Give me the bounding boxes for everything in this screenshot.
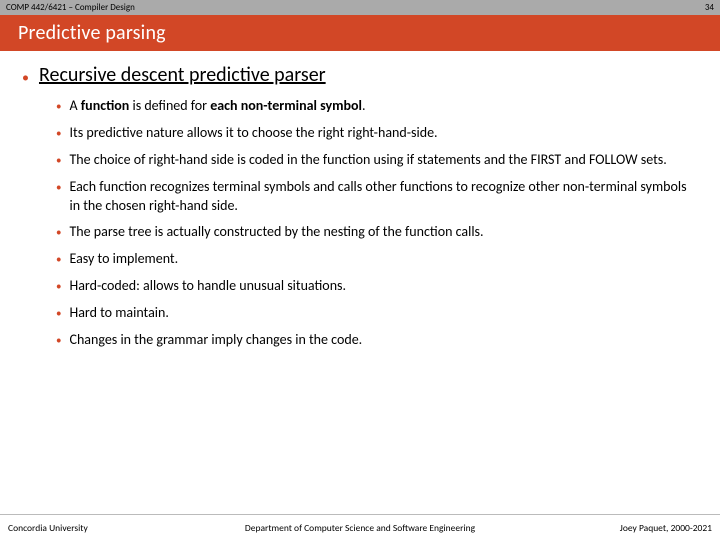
list-text: Changes in the grammar imply changes in … — [69, 331, 698, 350]
footer: Concordia University Department of Compu… — [0, 514, 720, 540]
list-text: Each function recognizes terminal symbol… — [69, 178, 698, 216]
list-item: • Hard to maintain. — [56, 304, 698, 323]
slide: COMP 442/6421 – Compiler Design 34 Predi… — [0, 0, 720, 540]
bullet-icon: • — [56, 226, 61, 242]
text-part: . — [362, 97, 366, 114]
header-bar: COMP 442/6421 – Compiler Design 34 — [0, 0, 720, 15]
text-part: A — [69, 97, 80, 114]
text-part: is defined for — [129, 97, 210, 114]
list-text: Hard-coded: allows to handle unusual sit… — [69, 277, 698, 296]
list-item: • The choice of right-hand side is coded… — [56, 151, 698, 170]
list-text: A function is defined for each non-termi… — [69, 97, 698, 116]
section-heading: Recursive descent predictive parser — [39, 63, 326, 87]
footer-inner: Concordia University Department of Compu… — [0, 515, 720, 540]
list-text: Easy to implement. — [69, 250, 698, 269]
list-item: • Each function recognizes terminal symb… — [56, 178, 698, 216]
text-bold: function — [81, 97, 130, 114]
bullet-icon: • — [56, 100, 61, 116]
footer-right: Joey Paquet, 2000-2021 — [532, 522, 712, 534]
bullet-list: • A function is defined for each non-ter… — [56, 97, 698, 350]
list-text: The parse tree is actually constructed b… — [69, 223, 698, 242]
list-text: Hard to maintain. — [69, 304, 698, 323]
list-text: Its predictive nature allows it to choos… — [69, 124, 698, 143]
bullet-icon: • — [56, 253, 61, 269]
footer-center: Department of Computer Science and Softw… — [188, 522, 532, 534]
list-item: • A function is defined for each non-ter… — [56, 97, 698, 116]
bullet-icon: • — [56, 154, 61, 170]
list-item: • Its predictive nature allows it to cho… — [56, 124, 698, 143]
heading-row: • Recursive descent predictive parser — [22, 63, 698, 87]
bullet-icon: • — [56, 127, 61, 143]
list-text: The choice of right-hand side is coded i… — [69, 151, 698, 170]
bullet-icon: • — [56, 280, 61, 296]
text-bold: each non-terminal symbol — [210, 97, 362, 114]
list-item: • Hard-coded: allows to handle unusual s… — [56, 277, 698, 296]
content-area: • Recursive descent predictive parser • … — [0, 51, 720, 350]
course-code: COMP 442/6421 – Compiler Design — [6, 0, 135, 15]
list-item: • Easy to implement. — [56, 250, 698, 269]
list-item: • Changes in the grammar imply changes i… — [56, 331, 698, 350]
bullet-icon: • — [56, 334, 61, 350]
bullet-icon: • — [22, 69, 29, 86]
bullet-icon: • — [56, 181, 61, 216]
slide-title: Predictive parsing — [0, 15, 720, 51]
list-item: • The parse tree is actually constructed… — [56, 223, 698, 242]
bullet-icon: • — [56, 307, 61, 323]
page-number: 34 — [705, 0, 714, 15]
footer-left: Concordia University — [8, 522, 188, 534]
